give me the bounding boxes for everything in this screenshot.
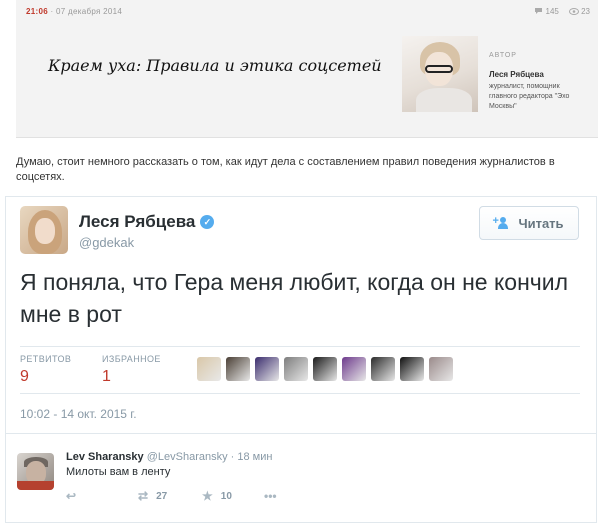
reply-text: Милоты вам в ленту xyxy=(66,466,171,478)
reply-arrow-icon: ↩ xyxy=(66,489,77,503)
reply-actions: ↩ ⇄ 27 ★ 10 ••• xyxy=(66,489,277,503)
follow-user-icon: + xyxy=(492,215,512,229)
favoriter-avatar[interactable] xyxy=(313,357,337,381)
comments-stat[interactable]: 145 xyxy=(534,7,559,16)
favoriter-avatar[interactable] xyxy=(342,357,366,381)
comments-count: 145 xyxy=(545,7,559,16)
retweets-label: РЕТВИТОВ xyxy=(20,354,72,364)
more-dots-icon: ••• xyxy=(264,489,277,503)
tweet-date[interactable]: 10:02 - 14 окт. 2015 г. xyxy=(20,407,137,421)
author-photo[interactable] xyxy=(402,36,478,112)
favorite-button[interactable]: ★ 10 xyxy=(202,489,264,503)
author-label: АВТОР xyxy=(489,52,517,59)
follow-label: Читать xyxy=(518,215,564,231)
reply-tweet: Lev Sharansky @LevSharansky · 18 мин Мил… xyxy=(5,433,597,523)
reply-author-name[interactable]: Lev Sharansky xyxy=(66,451,144,463)
tweet-avatar[interactable] xyxy=(20,206,68,254)
author-name[interactable]: Леся Рябцева xyxy=(489,70,544,79)
favorites-label: ИЗБРАННОЕ xyxy=(102,354,161,364)
comment-icon xyxy=(535,8,543,14)
reply-handle[interactable]: @LevSharansky xyxy=(147,451,228,463)
favorites-stat[interactable]: ИЗБРАННОЕ 1 xyxy=(102,354,161,386)
tweet-text: Я поняла, что Гера меня любит, когда он … xyxy=(20,269,569,327)
verified-badge-icon: ✓ xyxy=(200,215,215,229)
favoriter-avatar[interactable] xyxy=(371,357,395,381)
reply-retweet-count: 27 xyxy=(156,490,168,502)
reply-favorite-count: 10 xyxy=(220,490,232,502)
reply-avatar[interactable] xyxy=(17,453,54,490)
post-stats: 145 23 xyxy=(534,7,590,16)
views-count: 23 xyxy=(581,7,590,16)
reply-time[interactable]: · 18 мин xyxy=(231,451,273,463)
reply-header: Lev Sharansky @LevSharansky · 18 мин xyxy=(66,451,272,463)
retweet-icon: ⇄ xyxy=(138,489,149,503)
intro-text: Думаю, стоит немного рассказать о том, к… xyxy=(16,156,555,183)
tweet-handle[interactable]: @gdekak xyxy=(79,235,134,250)
author-description: журналист, помощник главного редактора "… xyxy=(489,83,570,110)
post-meta: 21:06 · 07 декабря 2014 xyxy=(26,7,123,16)
tweet-author[interactable]: Леся Рябцева ✓ xyxy=(79,212,215,232)
favoriter-avatar[interactable] xyxy=(429,357,453,381)
star-icon: ★ xyxy=(202,489,213,503)
favorites-count: 1 xyxy=(102,368,111,385)
blog-post-card: 21:06 · 07 декабря 2014 145 23 Краем уха… xyxy=(16,0,598,138)
retweets-stat[interactable]: РЕТВИТОВ 9 xyxy=(20,354,71,386)
favoriter-avatar[interactable] xyxy=(400,357,424,381)
post-date: 07 декабря 2014 xyxy=(56,7,123,16)
views-stat: 23 xyxy=(568,7,590,16)
more-button[interactable]: ••• xyxy=(264,489,277,503)
tweet-stats: РЕТВИТОВ 9 ИЗБРАННОЕ 1 xyxy=(20,346,580,394)
reply-button[interactable]: ↩ xyxy=(66,489,138,503)
favoriter-avatar[interactable] xyxy=(255,357,279,381)
follow-button[interactable]: + Читать xyxy=(479,206,579,240)
favoriter-avatar[interactable] xyxy=(284,357,308,381)
eye-icon xyxy=(568,8,579,15)
post-title[interactable]: Краем уха: Правила и этика соцсетей xyxy=(48,56,382,75)
favoriter-avatar[interactable] xyxy=(197,357,221,381)
retweet-button[interactable]: ⇄ 27 xyxy=(138,489,202,503)
favoriters-avatars xyxy=(197,357,453,381)
retweets-count: 9 xyxy=(20,368,29,385)
favoriter-avatar[interactable] xyxy=(226,357,250,381)
embedded-tweet: Леся Рябцева ✓ @gdekak + Читать Я поняла… xyxy=(5,196,597,434)
tweet-author-name: Леся Рябцева xyxy=(79,212,196,231)
post-time: 21:06 xyxy=(26,7,48,16)
